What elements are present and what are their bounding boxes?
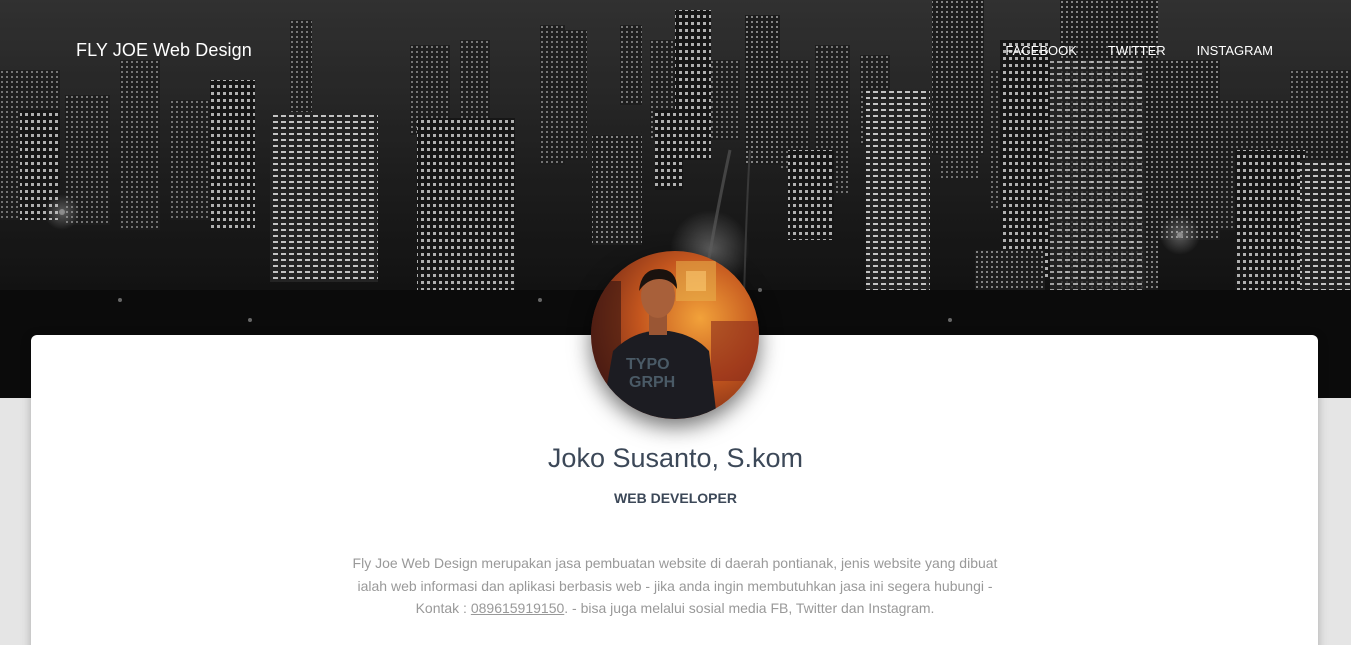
description-text-end: . - bisa juga melalui sosial media FB, T…	[564, 600, 935, 616]
profile-title: WEB DEVELOPER	[614, 490, 737, 506]
profile-name: Joko Susanto, S.kom	[547, 443, 804, 473]
avatar-photo-image: TYPO GRPH	[591, 251, 759, 419]
nav-link-instagram[interactable]: INSTAGRAM	[1197, 43, 1273, 58]
brand-link[interactable]: FLY JOE Web Design	[76, 40, 252, 61]
phone-link[interactable]: 089615919150	[471, 600, 564, 616]
nav-links: FACEBOOK TWITTER INSTAGRAM	[1005, 43, 1273, 58]
profile-avatar: TYPO GRPH	[591, 251, 759, 419]
profile-description: Fly Joe Web Design merupakan jasa pembua…	[350, 552, 1000, 620]
navbar: FLY JOE Web Design FACEBOOK TWITTER INST…	[0, 0, 1351, 100]
shirt-print: GRPH	[629, 374, 675, 391]
nav-link-facebook[interactable]: FACEBOOK	[1005, 43, 1077, 58]
shirt-print: TYPO	[626, 356, 670, 373]
nav-link-twitter[interactable]: TWITTER	[1108, 43, 1166, 58]
page: FLY JOE Web Design FACEBOOK TWITTER INST…	[0, 0, 1351, 645]
